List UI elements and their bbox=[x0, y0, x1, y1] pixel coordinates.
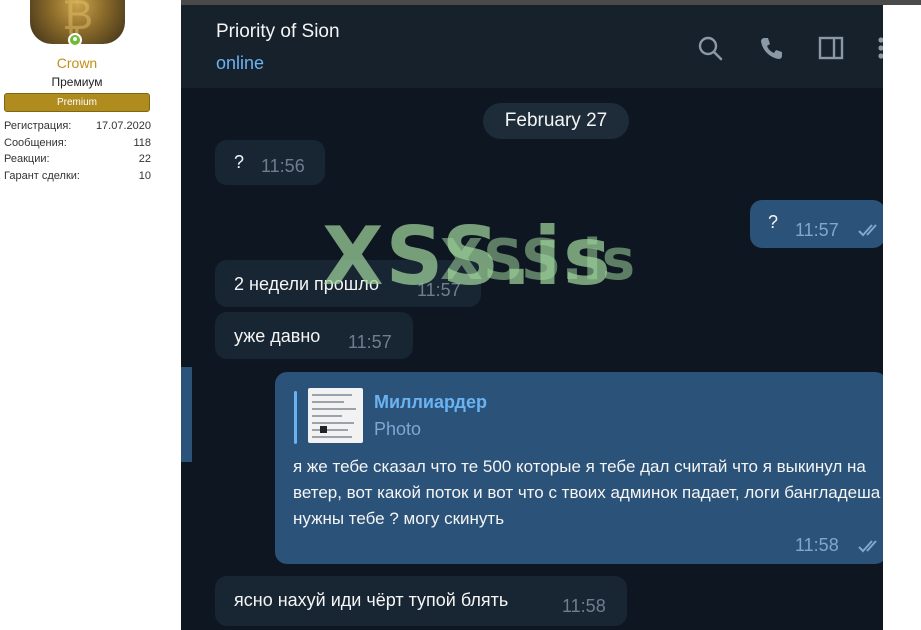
telegram-chat-window: Priority of Sion online February 27 ? 11… bbox=[181, 5, 883, 630]
message-bubble-incoming[interactable]: ясно нахуй иди чёрт тупой блять 11:58 bbox=[215, 576, 627, 626]
phone-icon[interactable] bbox=[759, 35, 785, 61]
selected-message-highlight bbox=[181, 367, 192, 462]
right-margin bbox=[883, 5, 921, 630]
online-status-icon bbox=[68, 33, 82, 47]
message-bubble-incoming[interactable]: ? 11:56 bbox=[215, 140, 325, 185]
more-menu-icon[interactable] bbox=[873, 35, 883, 61]
message-time: 11:57 bbox=[348, 332, 392, 352]
stat-value: 22 bbox=[138, 153, 151, 165]
reply-type: Photo bbox=[374, 419, 422, 439]
read-checkmarks-icon bbox=[858, 540, 877, 553]
message-text: уже давно bbox=[234, 326, 321, 346]
message-text: ясно нахуй иди чёрт тупой блять bbox=[234, 590, 509, 610]
stat-value: 118 bbox=[133, 136, 151, 149]
stat-value: 17.07.2020 bbox=[95, 120, 151, 132]
stat-guarantee: Гарант сделки: 10 bbox=[4, 168, 151, 185]
stat-label: Регистрация: bbox=[4, 120, 72, 132]
sidebar-toggle-icon[interactable] bbox=[818, 35, 844, 61]
reply-photo-thumbnail[interactable] bbox=[308, 388, 363, 443]
date-separator: February 27 bbox=[483, 103, 629, 139]
stat-registration: Регистрация: 17.07.2020 bbox=[4, 118, 151, 135]
forum-watermark-echo: XSS.is bbox=[440, 228, 636, 293]
stat-label: Реакции: bbox=[4, 153, 50, 165]
content-gutter bbox=[166, 0, 181, 630]
stat-reactions: Реакции: 22 bbox=[4, 151, 151, 168]
message-bubble-incoming[interactable]: уже давно 11:57 bbox=[215, 312, 413, 359]
reply-author[interactable]: Миллиардер bbox=[374, 392, 487, 413]
message-time: 11:58 bbox=[795, 535, 839, 555]
message-text: я же тебе сказал что те 500 которые я те… bbox=[293, 457, 881, 528]
message-time: 11:56 bbox=[261, 156, 305, 176]
chat-title[interactable]: Priority of Sion bbox=[216, 21, 340, 43]
chat-status: online bbox=[216, 53, 265, 73]
message-text: ? bbox=[768, 212, 779, 232]
message-time: 11:57 bbox=[795, 220, 839, 240]
chat-header: Priority of Sion online bbox=[181, 5, 883, 88]
stat-value: 10 bbox=[138, 169, 151, 182]
username-link[interactable]: Crown bbox=[0, 55, 154, 71]
message-text: ? bbox=[234, 152, 245, 172]
stat-messages: Сообщения: 118 bbox=[4, 135, 151, 152]
stat-label: Гарант сделки: bbox=[4, 169, 80, 182]
search-icon[interactable] bbox=[697, 35, 723, 61]
read-checkmarks-icon bbox=[858, 224, 877, 237]
user-title: Премиум bbox=[51, 75, 103, 89]
message-bubble-outgoing[interactable]: ? 11:57 bbox=[750, 200, 883, 248]
premium-badge: Premium bbox=[4, 93, 150, 112]
stat-label: Сообщения: bbox=[4, 136, 67, 149]
reply-quote-bar bbox=[294, 391, 297, 444]
user-profile-panel: ₿ Crown Премиум Premium Регистрация: 17.… bbox=[0, 0, 167, 630]
message-bubble-outgoing-reply[interactable]: Миллиардер Photo я же тебе сказал что те… bbox=[275, 372, 883, 564]
user-stats: Регистрация: 17.07.2020 Сообщения: 118 Р… bbox=[4, 118, 151, 184]
message-time: 11:58 bbox=[562, 596, 606, 616]
